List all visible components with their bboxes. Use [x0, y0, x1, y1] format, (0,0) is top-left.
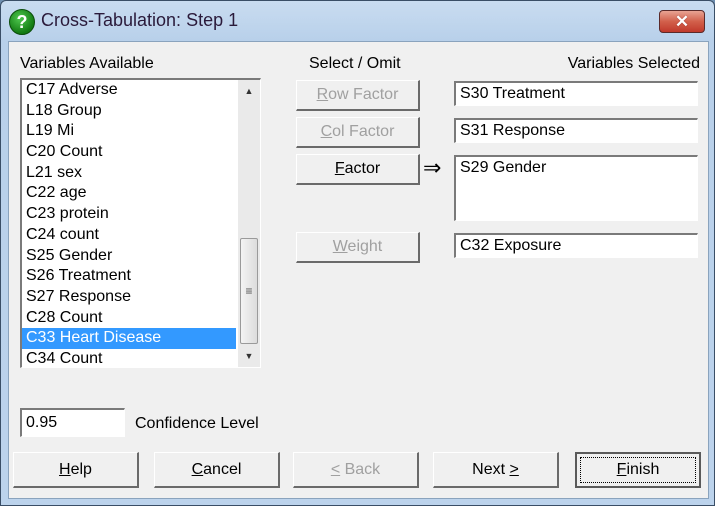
finish-button[interactable]: Finish	[575, 452, 701, 488]
weight-accel: W	[332, 238, 348, 255]
list-item[interactable]: C34 Count	[22, 349, 236, 370]
select-omit-label: Select / Omit	[309, 55, 401, 72]
list-scrollbar[interactable]: ▲ ≡ ▼	[238, 80, 260, 367]
factor-accel: F	[334, 160, 345, 177]
list-item[interactable]: L18 Group	[22, 101, 236, 122]
factor-label: actor	[344, 160, 381, 177]
list-item[interactable]: L19 Mi	[22, 121, 236, 142]
list-item[interactable]: C17 Adverse	[22, 80, 236, 101]
back-button[interactable]: < Back	[293, 452, 419, 488]
dialog-window: ? Cross-Tabulation: Step 1 ✕ Variables A…	[0, 0, 715, 506]
list-items: C17 Adverse L18 Group L19 Mi C20 Count L21 s…	[22, 80, 236, 370]
list-item[interactable]: S25 Gender	[22, 246, 236, 267]
back-accel: <	[330, 461, 341, 478]
next-label: Next	[472, 461, 510, 478]
scroll-down-arrow-icon[interactable]: ▼	[238, 345, 260, 367]
col-factor-accel: C	[320, 123, 333, 140]
variables-available-label: Variables Available	[20, 55, 154, 72]
list-item[interactable]: C20 Count	[22, 142, 236, 163]
confidence-level-label: Confidence Level	[135, 415, 259, 432]
weight-label: eight	[347, 238, 383, 255]
factor-button[interactable]: Factor	[296, 154, 420, 185]
list-item[interactable]: S26 Treatment	[22, 266, 236, 287]
row-factor-field[interactable]: S30 Treatment	[454, 81, 698, 106]
list-item[interactable]: L21 sex	[22, 163, 236, 184]
help-question-icon: ?	[9, 9, 35, 35]
list-item[interactable]: C28 Count	[22, 308, 236, 329]
dialog-client-area: Variables Available C17 Adverse L18 Group…	[8, 41, 709, 499]
col-factor-button[interactable]: Col Factor	[296, 117, 420, 148]
col-factor-label: ol Factor	[332, 123, 395, 140]
list-item[interactable]: C22 age	[22, 183, 236, 204]
cancel-accel: C	[191, 461, 204, 478]
help-label: elp	[70, 461, 92, 478]
list-item[interactable]: C33 Heart Disease	[22, 328, 236, 349]
list-item[interactable]: C24 count	[22, 225, 236, 246]
help-button[interactable]: Help	[13, 452, 139, 488]
close-button[interactable]: ✕	[659, 10, 705, 33]
col-factor-field[interactable]: S31 Response	[454, 118, 698, 143]
scroll-up-arrow-icon[interactable]: ▲	[238, 80, 260, 102]
list-item[interactable]: S27 Response	[22, 287, 236, 308]
row-factor-button[interactable]: Row Factor	[296, 80, 420, 111]
weight-button[interactable]: Weight	[296, 232, 420, 263]
weight-field[interactable]: C32 Exposure	[454, 233, 698, 258]
back-label: Back	[340, 461, 381, 478]
variables-selected-label: Variables Selected	[567, 55, 700, 72]
row-factor-accel: R	[316, 86, 329, 103]
next-accel: >	[509, 461, 519, 478]
next-button[interactable]: Next >	[433, 452, 559, 488]
title-bar[interactable]: ? Cross-Tabulation: Step 1 ✕	[1, 1, 714, 41]
row-factor-label: ow Factor	[328, 86, 399, 103]
cancel-label: ancel	[203, 461, 242, 478]
factor-field[interactable]: S29 Gender	[454, 155, 698, 221]
list-item[interactable]: C23 protein	[22, 204, 236, 225]
focus-rectangle	[580, 457, 696, 483]
help-accel: H	[59, 461, 71, 478]
window-title: Cross-Tabulation: Step 1	[41, 10, 239, 30]
double-right-arrow-icon: ⇒	[423, 155, 442, 180]
variables-available-list[interactable]: C17 Adverse L18 Group L19 Mi C20 Count L21 s…	[20, 78, 261, 368]
confidence-level-input[interactable]: 0.95	[20, 408, 125, 437]
cancel-button[interactable]: Cancel	[154, 452, 280, 488]
scroll-thumb[interactable]: ≡	[240, 238, 258, 344]
